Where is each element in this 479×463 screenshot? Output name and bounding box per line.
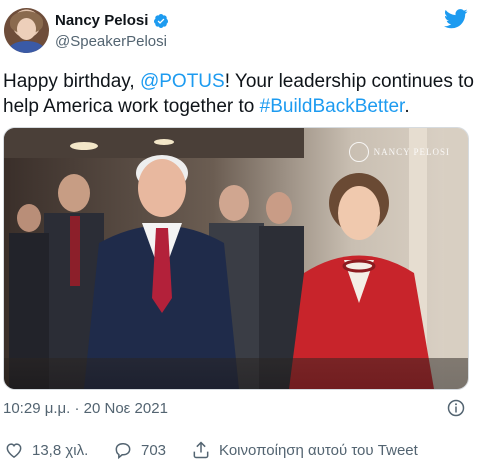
tweet-text-part: Happy birthday,: [3, 71, 140, 92]
twitter-bird-icon[interactable]: [444, 9, 468, 29]
like-count: 13,8 χιλ.: [32, 441, 89, 459]
watermark-text: NANCY PELOSI: [373, 147, 450, 157]
tweet-timestamp[interactable]: 10:29 μ.μ. · 20 Νοε 2021: [3, 400, 168, 417]
tweet-text-part: .: [404, 96, 410, 117]
author-handle[interactable]: @SpeakerPelosi: [55, 33, 167, 50]
reply-button[interactable]: 703: [113, 440, 166, 460]
seal-icon: [348, 142, 369, 162]
hashtag-link[interactable]: #BuildBackBetter: [260, 96, 405, 117]
share-icon: [193, 441, 209, 459]
tweet-text: Happy birthday, @POTUS! Your leadership …: [3, 69, 475, 119]
avatar[interactable]: [4, 8, 49, 53]
share-button[interactable]: Κοινοποίηση αυτού του Tweet: [191, 440, 418, 460]
share-label: Κοινοποίηση αυτού του Tweet: [219, 441, 418, 459]
tweet-photo[interactable]: NANCY PELOSI: [3, 127, 469, 390]
reply-count: 703: [141, 441, 167, 459]
heart-icon: [6, 443, 22, 458]
verified-badge-icon: [154, 13, 169, 28]
photo-watermark: NANCY PELOSI: [348, 142, 450, 162]
photo-image: [4, 128, 468, 389]
info-icon[interactable]: [447, 399, 465, 417]
reply-icon: [115, 443, 131, 460]
tweet-card: Nancy Pelosi @SpeakerPelosi Happy birthd…: [0, 0, 479, 462]
mention-link[interactable]: @POTUS: [140, 71, 225, 92]
author-name[interactable]: Nancy Pelosi: [55, 12, 148, 29]
like-button[interactable]: 13,8 χιλ.: [4, 440, 88, 460]
tweet-actions: 13,8 χιλ. 703 Κοινοποίηση αυτού του Twee…: [0, 433, 479, 463]
author-name-row[interactable]: Nancy Pelosi: [55, 12, 169, 29]
